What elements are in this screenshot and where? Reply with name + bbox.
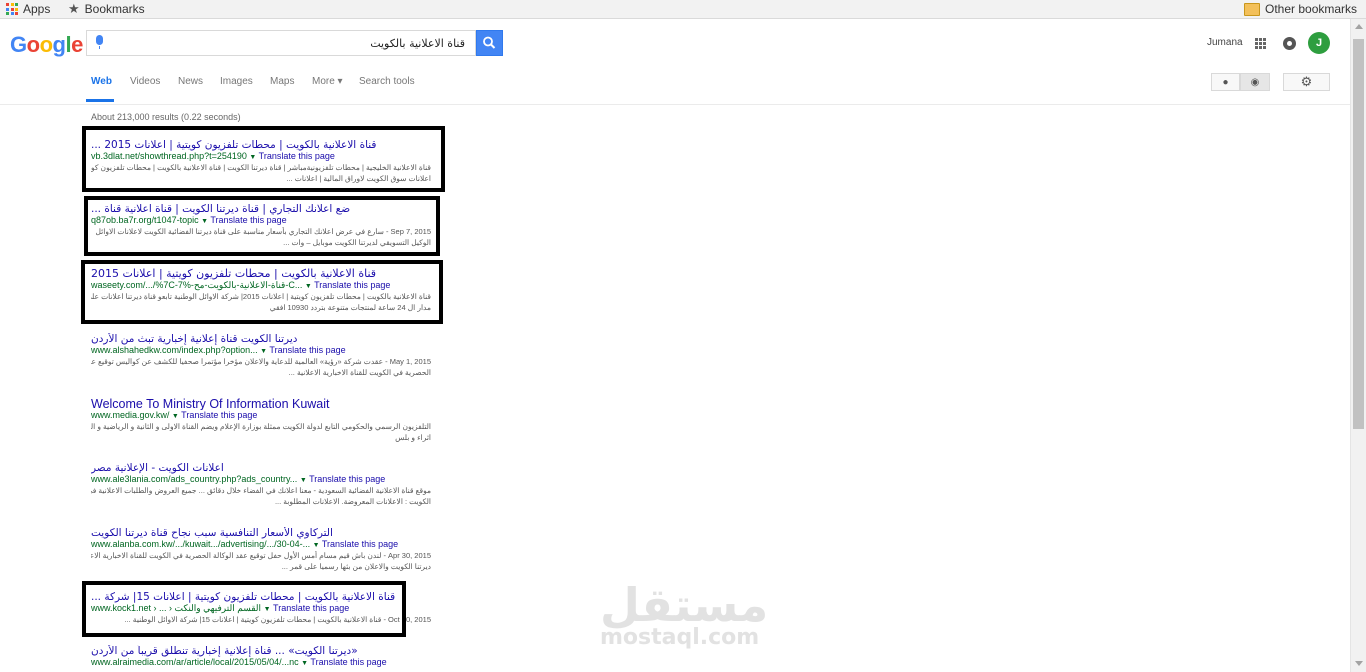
result-url-text: www.alraimedia.com/ar/article/local/2015… (91, 657, 299, 667)
tab-images[interactable]: Images (220, 76, 253, 87)
apps-shortcut[interactable]: Apps (6, 2, 50, 16)
avatar[interactable]: J (1308, 32, 1330, 54)
result-snippet: التلفزيون الرسمي والحكومي التابع لدولة ا… (91, 422, 431, 431)
personal-results-button[interactable]: ● (1211, 73, 1240, 91)
search-tabs: Web Videos News Images Maps More ▾ Searc… (0, 64, 1350, 105)
user-name[interactable]: Jumana (1207, 37, 1243, 48)
result-snippet: الحصرية في الكويت للقناة الاخبارية الاعل… (288, 367, 431, 377)
scroll-up-icon[interactable] (1355, 24, 1363, 29)
search-result: اعلانات الكويت - الإعلانية مصر www.ale3l… (91, 462, 431, 507)
apps-launcher-icon[interactable] (1255, 38, 1266, 49)
logo-letter: G (10, 32, 27, 57)
apps-grid-icon (6, 3, 18, 15)
folder-icon (1244, 2, 1260, 16)
result-snippet: Apr 30, 2015 - لندن باش قيم مسام أمس الأ… (91, 551, 431, 560)
scrollbar-thumb[interactable] (1353, 39, 1364, 429)
result-title-link[interactable]: Welcome To Ministry Of Information Kuwai… (91, 398, 431, 410)
logo-letter: e (71, 32, 83, 57)
translate-link[interactable]: Translate this page (309, 474, 385, 484)
tab-videos[interactable]: Videos (130, 76, 160, 87)
dropdown-arrow-icon[interactable]: ▼ (313, 542, 320, 549)
result-stats: About 213,000 results (0.22 seconds) (91, 112, 241, 122)
logo-letter: g (52, 32, 66, 57)
bookmarks-bar: Apps ★ Bookmarks Other bookmarks (0, 0, 1366, 19)
other-bookmarks[interactable]: Other bookmarks (1244, 2, 1357, 16)
search-header: Google Jumana J (0, 19, 1350, 64)
watermark-arabic: مستقل (600, 578, 769, 632)
bookmarks-shortcut[interactable]: ★ Bookmarks (68, 2, 145, 16)
vertical-scrollbar[interactable] (1350, 19, 1366, 672)
hide-personal-results-button[interactable]: ◉ (1240, 73, 1270, 91)
highlight-box (81, 260, 443, 324)
search-result: ديرتنا الكويت قناة إعلانية إخبارية تبث م… (91, 333, 431, 378)
translate-link[interactable]: Translate this page (181, 410, 257, 420)
result-url-text: www.alshahedkw.com/index.php?option... (91, 345, 258, 355)
notifications-icon[interactable] (1283, 37, 1296, 50)
search-box[interactable] (86, 30, 476, 56)
result-url: www.ale3lania.com/ads_country.php?ads_co… (91, 474, 431, 486)
dropdown-arrow-icon[interactable]: ▼ (300, 477, 307, 484)
result-title-link[interactable]: اعلانات الكويت - الإعلانية مصر (91, 462, 431, 474)
dropdown-arrow-icon[interactable]: ▼ (301, 660, 308, 667)
scroll-down-icon[interactable] (1355, 661, 1363, 666)
result-url: www.alanba.com.kw/.../kuwait.../advertis… (91, 539, 431, 551)
watermark-latin: mostaql.com (600, 625, 760, 650)
result-snippet: May 1, 2015 - عقدت شركة «رؤية» العالمية … (91, 357, 431, 366)
tab-web[interactable]: Web (91, 76, 112, 87)
result-url: www.media.gov.kw/ ▼ Translate this page (91, 410, 431, 422)
result-snippet: ديرتنا الكويت والاعلان من بثها رسميا على… (281, 561, 431, 571)
translate-link[interactable]: Translate this page (322, 539, 398, 549)
bookmarks-label: Bookmarks (84, 2, 145, 16)
result-title-link[interactable]: ديرتنا الكويت قناة إعلانية إخبارية تبث م… (91, 333, 431, 345)
highlight-box (82, 126, 445, 192)
watermark: مستقل mostaql.com (600, 582, 768, 650)
translate-link[interactable]: Translate this page (310, 657, 386, 667)
result-url: www.alraimedia.com/ar/article/local/2015… (91, 657, 431, 669)
highlight-box (82, 581, 406, 637)
result-title-link[interactable]: التركاوي الأسعار التنافسية سبب نجاح قناة… (91, 527, 431, 539)
gear-icon: ⚙ (1300, 74, 1313, 89)
search-button[interactable] (476, 30, 503, 56)
other-bookmarks-label: Other bookmarks (1265, 2, 1358, 16)
result-snippet: اثراء و بلس (395, 432, 431, 442)
person-icon: ● (1222, 76, 1229, 88)
dropdown-arrow-icon[interactable]: ▼ (260, 348, 267, 355)
result-title-link[interactable]: «ديرتنا الكويت» ... قناة إعلانية إخبارية… (91, 645, 431, 657)
result-url-text: www.media.gov.kw/ (91, 410, 170, 420)
result-url: www.alshahedkw.com/index.php?option... ▼… (91, 345, 431, 357)
result-snippet: موقع قناة الاعلانية الفضائية السعودية - … (91, 486, 431, 495)
apps-label: Apps (23, 2, 51, 16)
result-url-text: www.ale3lania.com/ads_country.php?ads_co… (91, 474, 298, 484)
globe-icon: ◉ (1250, 76, 1260, 88)
search-icon (483, 36, 496, 49)
microphone-icon[interactable] (96, 35, 103, 49)
highlight-box (84, 196, 440, 256)
translate-link[interactable]: Translate this page (269, 345, 345, 355)
tab-search-tools[interactable]: Search tools (359, 76, 415, 87)
dropdown-arrow-icon[interactable]: ▼ (172, 413, 179, 420)
search-input[interactable] (115, 34, 465, 52)
logo-letter: o (26, 32, 40, 57)
tab-maps[interactable]: Maps (270, 76, 294, 87)
active-tab-indicator (86, 99, 114, 102)
star-icon: ★ (68, 1, 80, 16)
result-snippet: الكويت : الاعلانات المعروضة. الاعلانات ا… (274, 496, 431, 506)
search-result: Welcome To Ministry Of Information Kuwai… (91, 398, 431, 443)
search-result: «ديرتنا الكويت» ... قناة إعلانية إخبارية… (91, 645, 431, 669)
logo-letter: o (39, 32, 53, 57)
search-result: التركاوي الأسعار التنافسية سبب نجاح قناة… (91, 527, 431, 572)
tab-news[interactable]: News (178, 76, 203, 87)
result-url-text: www.alanba.com.kw/.../kuwait.../advertis… (91, 539, 311, 549)
google-logo[interactable]: Google (10, 32, 83, 58)
settings-button[interactable]: ⚙ (1283, 73, 1330, 91)
tab-more[interactable]: More ▾ (312, 76, 343, 87)
